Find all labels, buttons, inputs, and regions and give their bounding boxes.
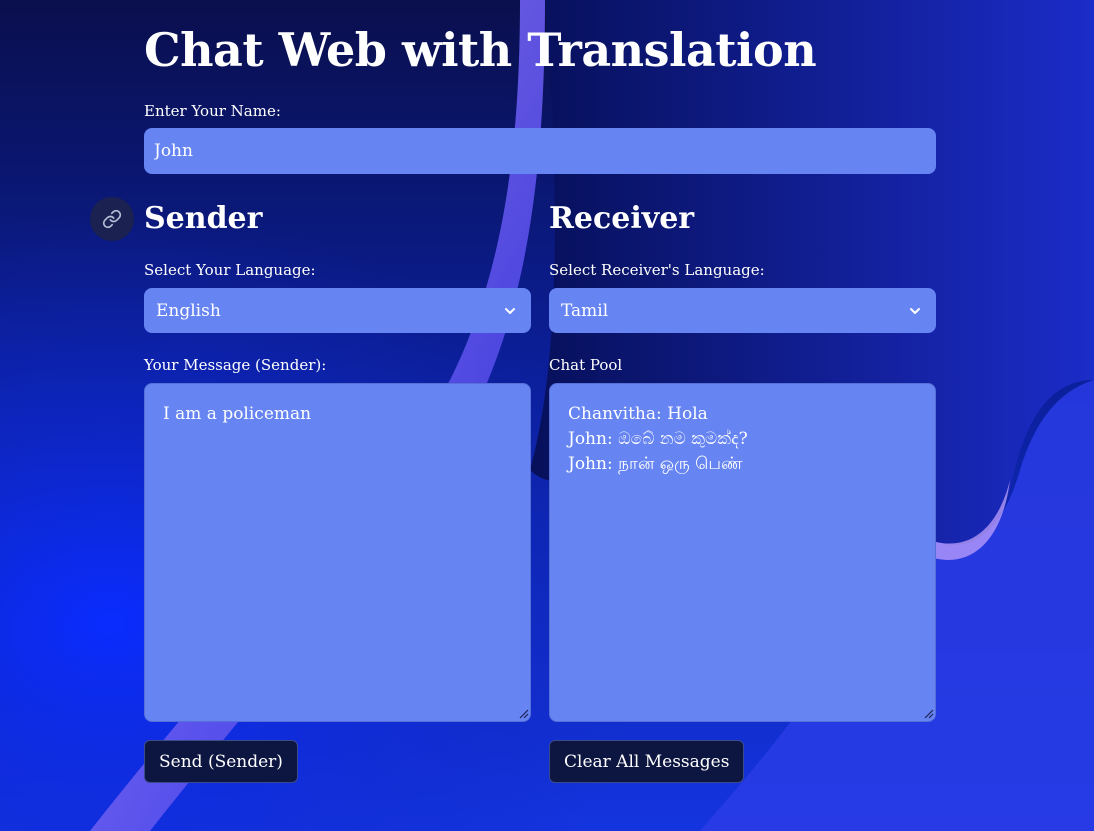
chat-line: John: நான் ஒரு பெண் [568, 454, 743, 474]
sender-message-textarea[interactable]: I am a policeman [144, 383, 531, 722]
page-title: Chat Web with Translation [144, 23, 817, 77]
chat-pool-textarea[interactable]: Chanvitha: Hola John: ඔබේ නම කුමක්ද? Joh… [549, 383, 936, 722]
link-anchor-button[interactable] [90, 197, 134, 241]
receiver-language-select[interactable]: Tamil [549, 288, 936, 333]
name-input[interactable] [144, 128, 936, 174]
sender-language-value: English [156, 300, 221, 321]
receiver-language-label: Select Receiver's Language: [549, 261, 765, 279]
sender-heading: Sender [144, 201, 263, 236]
chat-line: John: ඔබේ නම කුමක්ද? [568, 429, 748, 449]
chevron-down-icon [910, 307, 920, 314]
sender-message-label: Your Message (Sender): [144, 356, 327, 374]
resize-grip-icon[interactable] [924, 709, 934, 719]
resize-grip-icon[interactable] [519, 709, 529, 719]
chat-app: Chat Web with Translation Enter Your Nam… [144, 0, 936, 831]
sender-language-select[interactable]: English [144, 288, 531, 333]
chevron-down-icon [505, 307, 515, 314]
chat-line: Chanvitha: Hola [568, 404, 708, 424]
send-sender-button[interactable]: Send (Sender) [144, 740, 298, 783]
link-icon [102, 209, 122, 229]
sender-language-label: Select Your Language: [144, 261, 316, 279]
name-label: Enter Your Name: [144, 102, 281, 120]
receiver-heading: Receiver [549, 201, 695, 236]
clear-messages-button[interactable]: Clear All Messages [549, 740, 745, 783]
receiver-language-value: Tamil [561, 300, 609, 321]
chat-pool-label: Chat Pool [549, 356, 623, 374]
